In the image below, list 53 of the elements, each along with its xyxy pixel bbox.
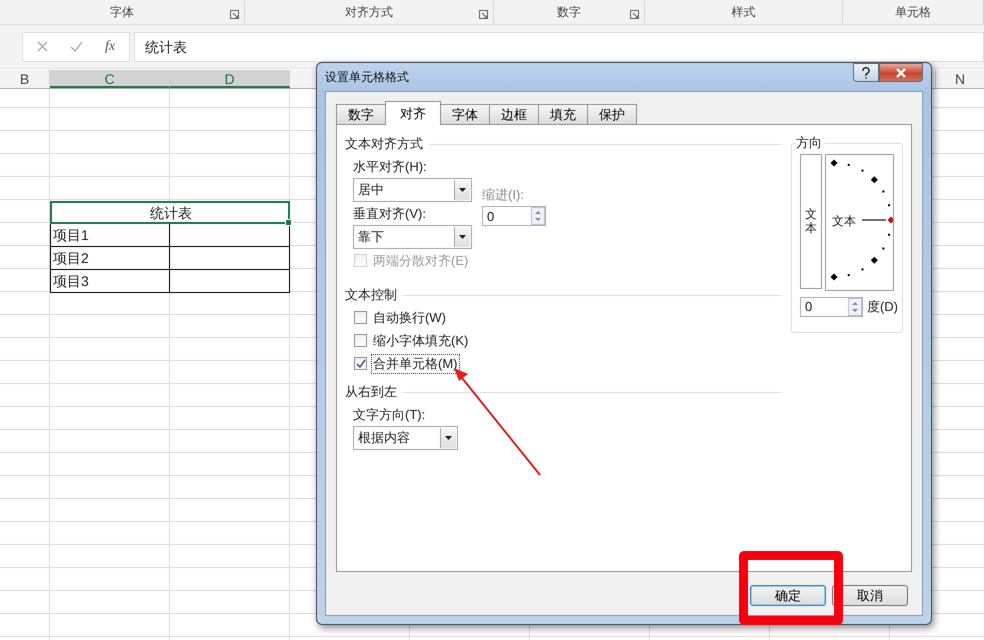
orientation-sample-text: 文本 — [832, 213, 856, 230]
horizontal-align-dropdown[interactable]: 居中 — [353, 178, 472, 202]
close-button[interactable] — [879, 63, 923, 82]
close-icon — [895, 68, 907, 78]
table-cell: 项目1 — [50, 224, 170, 247]
table-cell: 项目2 — [50, 247, 170, 270]
field-label: 垂直对齐(V): — [353, 205, 426, 223]
insert-function-button[interactable]: fx — [105, 38, 116, 54]
column-header[interactable]: N — [936, 70, 984, 88]
field-label: 文字方向(T): — [353, 406, 426, 424]
dialog-tab[interactable]: 数字 — [336, 104, 386, 124]
dialog-launcher-icon[interactable] — [479, 10, 488, 19]
spinner-arrows-icon — [848, 298, 862, 316]
field-label: 水平对齐(H): — [353, 158, 427, 176]
section-heading: 文本对齐方式 — [345, 135, 423, 153]
field-label: 缩进(I): — [482, 186, 524, 204]
option-checkbox[interactable]: 自动换行(W) — [345, 306, 448, 329]
text-direction-dropdown[interactable]: 根据内容 — [353, 426, 458, 450]
help-button[interactable] — [853, 63, 879, 82]
section-heading: 从右到左 — [345, 383, 397, 401]
spinner-arrows-icon — [531, 207, 545, 225]
ribbon-group-label: 样式 — [732, 4, 756, 20]
degrees-spinner[interactable]: 0 — [800, 296, 863, 316]
check-icon — [356, 358, 366, 368]
table-cell: 项目3 — [50, 270, 170, 293]
dialog-tab[interactable]: 边框 — [489, 104, 539, 124]
indent-spinner[interactable]: 0 — [482, 206, 546, 226]
dialog-launcher-icon[interactable] — [230, 10, 239, 19]
ribbon-group-label: 单元格 — [895, 4, 931, 20]
ribbon-group-label: 字体 — [110, 4, 134, 20]
ribbon-group-label: 对齐方式 — [345, 4, 393, 20]
check-icon[interactable] — [70, 41, 83, 52]
table-title-cell: 统计表 — [50, 201, 290, 224]
column-header[interactable]: D — [170, 70, 290, 88]
dialog-tab[interactable]: 填充 — [538, 104, 588, 124]
section-heading: 方向 — [796, 135, 824, 151]
orientation-dial[interactable]: 文本 — [825, 154, 894, 291]
fill-handle[interactable] — [285, 219, 292, 226]
vertical-text-button[interactable]: 文本 — [800, 154, 822, 289]
dialog-title: 设置单元格格式 — [325, 68, 409, 86]
dialog-launcher-icon[interactable] — [630, 10, 639, 19]
ribbon-group-label: 数字 — [557, 4, 581, 20]
dialog-tab[interactable]: 对齐 — [385, 101, 441, 125]
option-checkbox[interactable]: 缩小字体填充(K) — [345, 329, 470, 352]
dialog-tab[interactable]: 字体 — [440, 104, 490, 124]
column-header[interactable]: C — [50, 70, 170, 88]
section-heading: 文本控制 — [345, 286, 397, 304]
vertical-align-dropdown[interactable]: 靠下 — [353, 225, 472, 249]
dialog-tab[interactable]: 保护 — [587, 104, 637, 124]
help-icon — [861, 66, 871, 78]
field-label: 度(D) — [866, 298, 898, 316]
dialog-button[interactable]: 确定 — [750, 585, 826, 606]
formula-input[interactable]: 统计表 — [134, 32, 984, 62]
